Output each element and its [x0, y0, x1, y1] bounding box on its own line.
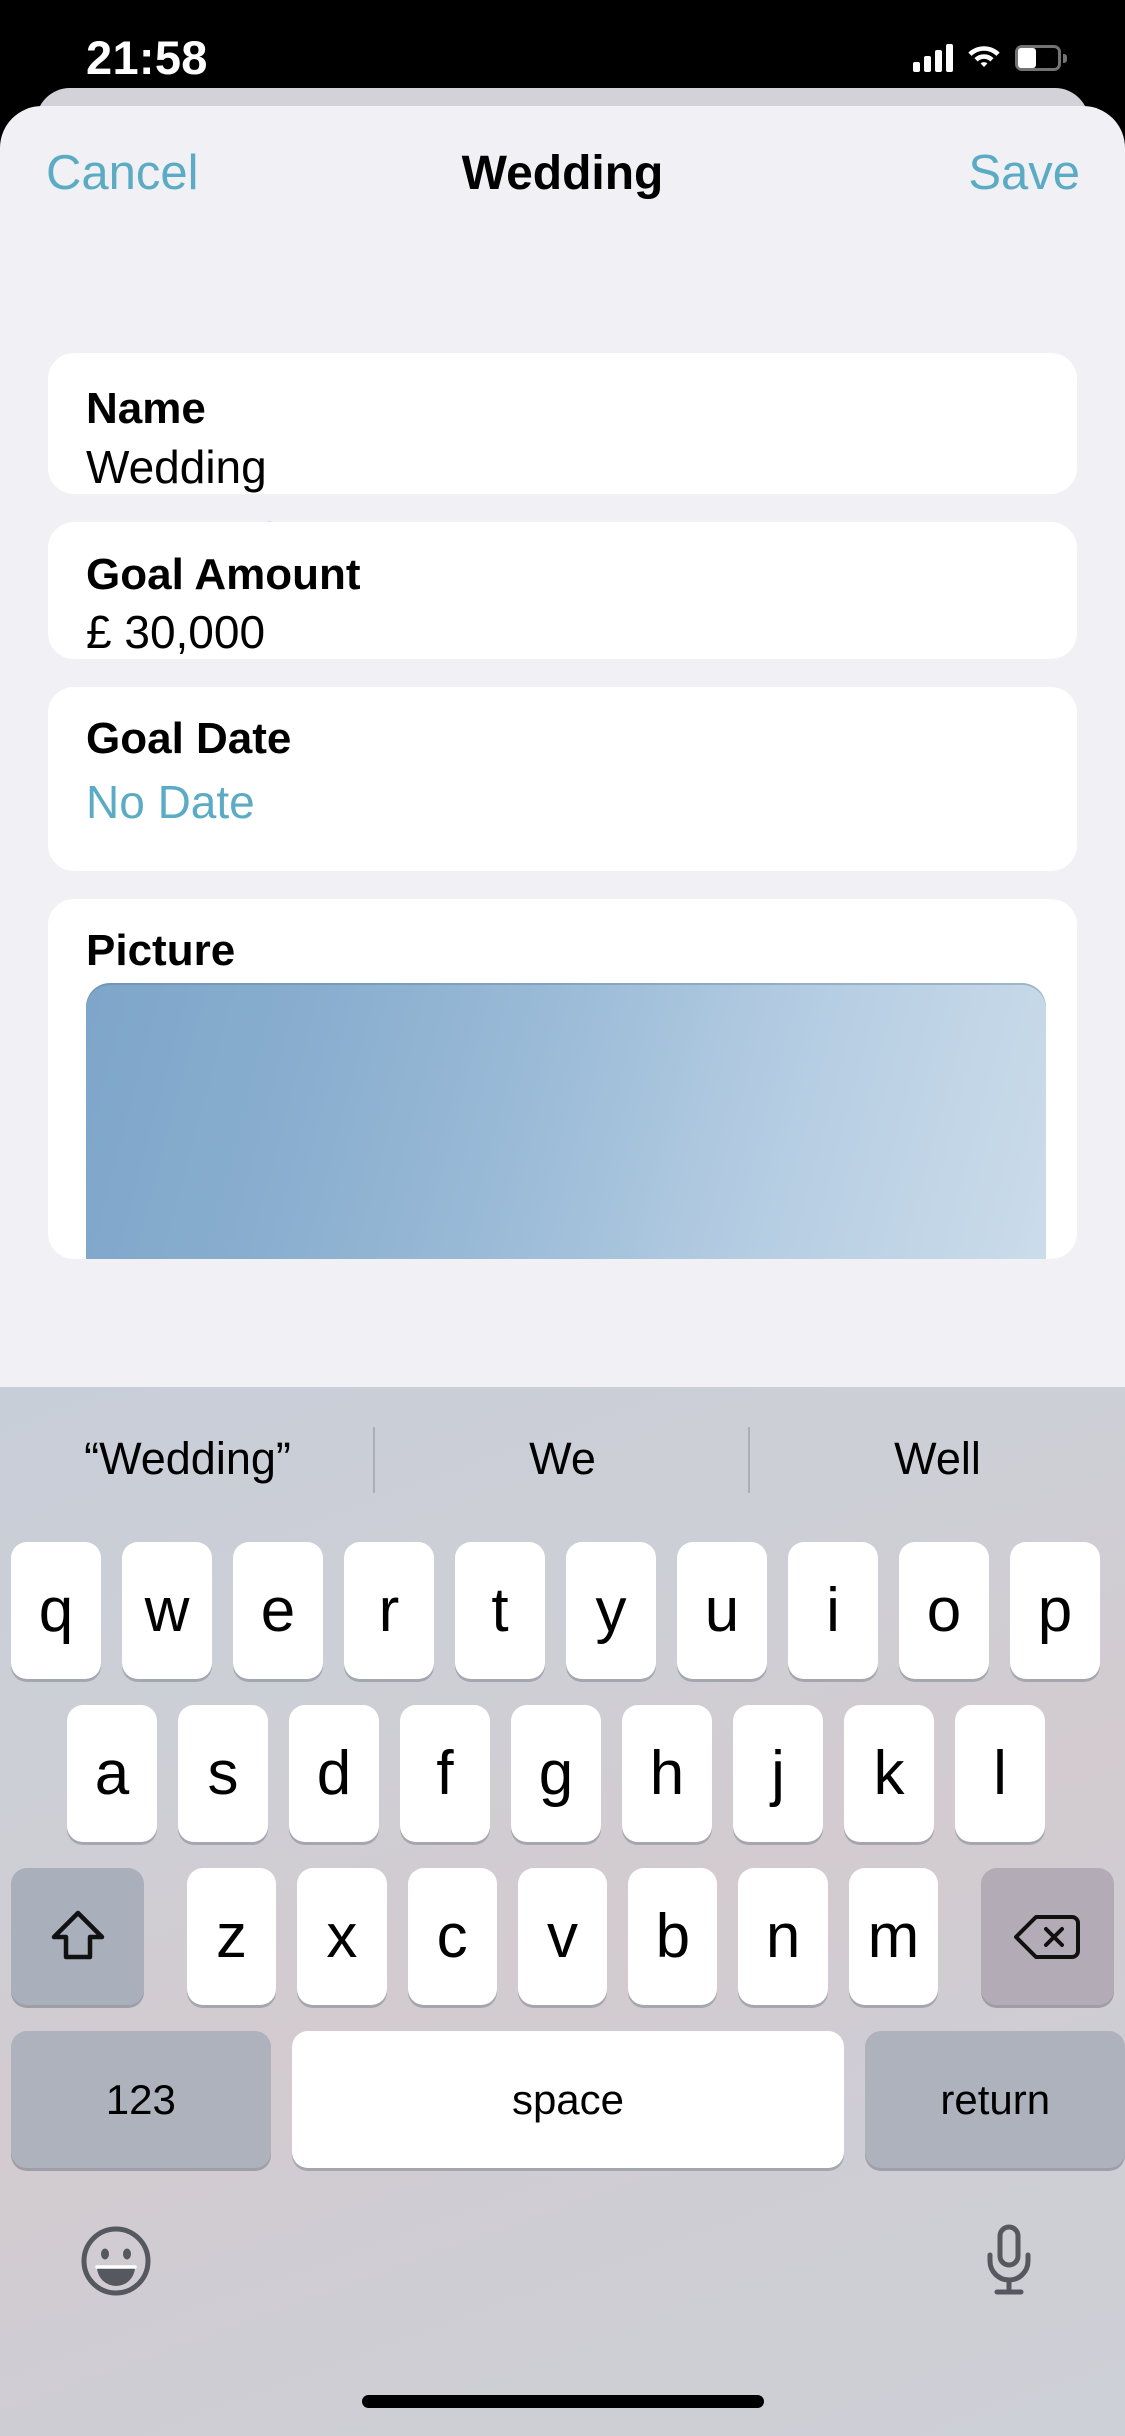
iphone-screen: 21:58 Cancel Wedding Save Name Wedding G…	[0, 0, 1125, 2436]
key-r[interactable]: r	[344, 1542, 434, 1679]
key-a[interactable]: a	[67, 1705, 157, 1842]
battery-icon	[1015, 45, 1067, 71]
key-o[interactable]: o	[899, 1542, 989, 1679]
key-m[interactable]: m	[848, 1868, 939, 2005]
numbers-key[interactable]: 123	[11, 2031, 271, 2168]
wifi-icon	[967, 43, 1001, 74]
shift-key[interactable]	[11, 1868, 144, 2005]
key-t[interactable]: t	[455, 1542, 545, 1679]
save-button[interactable]: Save	[968, 144, 1080, 202]
key-c[interactable]: c	[407, 1868, 497, 2005]
key-d[interactable]: d	[289, 1705, 379, 1842]
keyboard-row-4: 123 space return	[0, 2031, 1125, 2168]
status-indicators	[913, 36, 1067, 80]
goal-date-card: Goal Date No Date	[48, 687, 1077, 871]
row-spacer	[165, 1868, 187, 2005]
suggestion-item[interactable]: “Wedding”	[0, 1387, 375, 1531]
keyboard-row-2: a s d f g h j k l	[0, 1705, 1125, 1842]
backspace-delete-icon	[1014, 1914, 1081, 1959]
sheet-navigation-bar: Cancel Wedding Save	[0, 106, 1125, 242]
name-card: Name Wedding	[48, 353, 1077, 494]
backspace-key[interactable]	[980, 1868, 1114, 2005]
suggestion-label: Well	[894, 1433, 981, 1484]
key-f[interactable]: f	[400, 1705, 490, 1842]
key-n[interactable]: n	[738, 1868, 828, 2005]
key-i[interactable]: i	[788, 1542, 878, 1679]
page-title: Wedding	[461, 147, 664, 200]
cellular-bars-icon	[913, 44, 953, 72]
shift-arrow-icon	[51, 1910, 104, 1959]
key-g[interactable]: g	[511, 1705, 601, 1842]
row-spacer	[959, 1868, 981, 2005]
key-e[interactable]: e	[233, 1542, 323, 1679]
onscreen-keyboard: “Wedding” We Well q w e r t y u i o p a …	[0, 1387, 1125, 2436]
emoji-smiley-icon[interactable]	[80, 2225, 152, 2297]
key-s[interactable]: s	[178, 1705, 268, 1842]
goal-amount-input[interactable]: £ 30,000	[86, 604, 265, 660]
microphone-icon[interactable]	[973, 2221, 1045, 2301]
key-u[interactable]: u	[677, 1542, 767, 1679]
name-label: Name	[86, 384, 206, 433]
key-z[interactable]: z	[186, 1868, 277, 2005]
suggestion-label: We	[529, 1433, 596, 1484]
goal-amount-card: Goal Amount £ 30,000	[48, 522, 1077, 659]
goal-amount-label: Goal Amount	[86, 550, 361, 599]
suggestion-item[interactable]: We	[375, 1387, 750, 1531]
key-k[interactable]: k	[844, 1705, 934, 1842]
keyboard-row-3: z x c v b n m	[0, 1868, 1125, 2005]
keyboard-row-1: q w e r t y u i o p	[0, 1542, 1125, 1679]
key-w[interactable]: w	[122, 1542, 212, 1679]
picture-label: Picture	[86, 926, 236, 975]
key-v[interactable]: v	[517, 1868, 608, 2005]
key-q[interactable]: q	[11, 1542, 101, 1679]
key-l[interactable]: l	[955, 1705, 1045, 1842]
key-b[interactable]: b	[628, 1868, 718, 2005]
keyboard-utility-row	[0, 2207, 1125, 2337]
key-h[interactable]: h	[622, 1705, 712, 1842]
space-key[interactable]: space	[291, 2031, 845, 2168]
status-time: 21:58	[86, 31, 208, 84]
return-key[interactable]: return	[865, 2031, 1125, 2168]
picture-thumbnail[interactable]	[86, 983, 1046, 1259]
home-indicator	[361, 2395, 764, 2408]
predictive-suggestion-bar: “Wedding” We Well	[0, 1387, 1125, 1531]
key-j[interactable]: j	[733, 1705, 823, 1842]
key-y[interactable]: y	[566, 1542, 656, 1679]
goal-date-value[interactable]: No Date	[86, 774, 255, 830]
suggestion-label: “Wedding”	[84, 1433, 291, 1484]
key-p[interactable]: p	[1010, 1542, 1100, 1679]
name-input[interactable]: Wedding	[86, 439, 267, 495]
goal-date-label: Goal Date	[86, 714, 292, 763]
key-x[interactable]: x	[297, 1868, 387, 2005]
suggestion-item[interactable]: Well	[750, 1387, 1125, 1531]
